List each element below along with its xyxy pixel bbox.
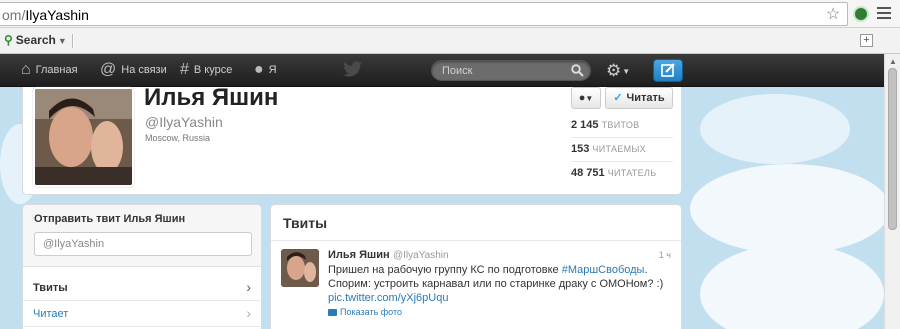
nav-discover-label: В курсе <box>193 64 233 76</box>
user-actions-button[interactable]: ●▼ <box>571 87 601 109</box>
nav-connect[interactable]: @ На связи <box>100 61 167 78</box>
nav-me[interactable]: ● Я <box>254 61 277 78</box>
tweet-timestamp[interactable]: 1 ч <box>659 250 671 260</box>
stat-tweets[interactable]: 2 145 ТВИТОВ <box>571 119 639 131</box>
tweet-hashtag[interactable]: #МаршСвободы <box>562 264 645 276</box>
nav-home-label: Главная <box>35 64 78 76</box>
chevron-down-icon: ▼ <box>57 36 67 46</box>
chevron-down-icon: ▼ <box>622 67 631 77</box>
compose-tweet-button[interactable] <box>653 59 683 82</box>
follow-button[interactable]: ✓ Читать <box>605 87 673 109</box>
compose-input-value: @IlyaYashin <box>43 238 105 250</box>
stat-followers-label: ЧИТАТЕЛЬ <box>607 168 657 178</box>
bookmark-search[interactable]: ⚲ Search ▼ <box>4 33 67 47</box>
bookmark-search-label: Search <box>15 33 56 47</box>
twitter-topbar: ⌂ Главная @ На связи # В курсе ● Я Поиск ⚙▼ <box>0 54 884 87</box>
nav-discover[interactable]: # В курсе <box>180 61 233 78</box>
compose-icon <box>661 63 675 77</box>
page-background: ⌂ Главная @ На связи # В курсе ● Я Поиск ⚙▼ <box>0 54 884 329</box>
bookmarks-bar: ⚲ Search ▼ + <box>0 28 900 54</box>
search-icon: ⚲ <box>4 33 13 47</box>
tweet-link[interactable]: pic.twitter.com/yXj6pUqu <box>328 292 448 304</box>
stat-tweets-label: ТВИТОВ <box>601 120 640 130</box>
tweet-author-name[interactable]: Илья Яшин <box>328 249 390 261</box>
scroll-up-icon[interactable]: ▲ <box>889 57 897 66</box>
extension-icon[interactable] <box>853 6 869 22</box>
stat-followers[interactable]: 48 751 ЧИТАТЕЛЬ <box>571 167 656 179</box>
timeline-divider <box>271 240 681 241</box>
tweet-text-part: Пришел на рабочую группу КС по подготовк… <box>328 264 562 276</box>
show-photo-link[interactable]: Показать фото <box>328 307 402 317</box>
avatar[interactable] <box>33 87 134 187</box>
stat-following-label: ЧИТАЕМЫХ <box>592 144 646 154</box>
settings-gear-icon[interactable]: ⚙▼ <box>606 61 630 81</box>
tweet-avatar[interactable] <box>281 249 319 287</box>
hash-icon: # <box>180 61 189 78</box>
search-input[interactable]: Поиск <box>431 60 591 81</box>
bookmark-star-icon[interactable]: ☆ <box>826 4 840 24</box>
avatar-photo <box>35 89 132 185</box>
chevron-right-icon: › <box>246 305 251 321</box>
sidebar-item-tweets[interactable]: Твиты › <box>23 276 261 301</box>
nav-home[interactable]: ⌂ Главная <box>21 61 78 78</box>
show-photo-label: Показать фото <box>340 307 402 317</box>
search-placeholder: Поиск <box>442 65 473 77</box>
nav-me-label: Я <box>268 64 277 76</box>
at-icon: @ <box>100 61 117 78</box>
tweet-avatar-photo <box>281 249 319 287</box>
twitter-bird-icon[interactable] <box>343 61 363 77</box>
compose-panel: Отправить твит Илья Яшин @IlyaYashin <box>23 205 261 267</box>
person-icon: ● <box>254 61 264 78</box>
page-scrollbar[interactable]: ▲ <box>884 54 900 329</box>
profile-header-card: Илья Яшин @IlyaYashin Moscow, Russia ●▼ … <box>22 84 682 195</box>
address-text: om/IlyaYashin <box>2 7 89 23</box>
cloud-decoration <box>700 244 884 329</box>
tweet-text: Пришел на рабочую группу КС по подготовк… <box>328 263 668 305</box>
timeline-card: Твиты Илья Яшин @IlyaYashin 1 ч Пришел н… <box>270 204 682 329</box>
stat-following-value: 153 <box>571 143 590 155</box>
search-icon[interactable] <box>571 64 584 77</box>
sidebar-item-following[interactable]: Читает › <box>23 302 261 327</box>
browser-toolbar: om/IlyaYashin ☆ <box>0 0 900 28</box>
profile-name: Илья Яшин <box>144 84 279 111</box>
home-icon: ⌂ <box>21 61 31 78</box>
stat-followers-value: 48 751 <box>571 167 605 179</box>
sidebar-item-label: Твиты <box>33 282 68 294</box>
cloud-decoration <box>700 94 850 164</box>
scrollbar-thumb[interactable] <box>888 68 897 230</box>
timeline-title: Твиты <box>283 215 328 231</box>
stat-divider <box>571 137 673 138</box>
stat-divider <box>571 161 673 162</box>
nav-connect-label: На связи <box>121 64 167 76</box>
photo-icon <box>328 309 337 317</box>
twitter-bird-icon: ✓ <box>613 92 623 104</box>
profile-screen-name: @IlyaYashin <box>145 114 223 130</box>
sidebar-card: Отправить твит Илья Яшин @IlyaYashin Тви… <box>22 204 262 329</box>
compose-input[interactable]: @IlyaYashin <box>34 232 252 256</box>
sidebar-item-label: Читает <box>33 308 69 320</box>
chevron-down-icon: ▼ <box>585 94 594 103</box>
url-domain: om/ <box>2 7 26 23</box>
stat-tweets-value: 2 145 <box>571 119 599 131</box>
url-path: IlyaYashin <box>25 7 89 23</box>
address-bar[interactable]: om/IlyaYashin <box>0 2 848 26</box>
profile-location: Moscow, Russia <box>145 133 211 143</box>
follow-label: Читать <box>626 92 665 104</box>
compose-title: Отправить твит Илья Яшин <box>34 213 186 225</box>
stat-following[interactable]: 153 ЧИТАЕМЫХ <box>571 143 646 155</box>
add-bookmark-icon[interactable]: + <box>860 34 873 47</box>
cloud-decoration <box>690 164 884 254</box>
bookmark-separator <box>72 34 74 48</box>
menu-icon[interactable] <box>877 7 891 22</box>
chevron-right-icon: › <box>246 279 251 295</box>
tweet-author-handle[interactable]: @IlyaYashin <box>393 250 449 261</box>
